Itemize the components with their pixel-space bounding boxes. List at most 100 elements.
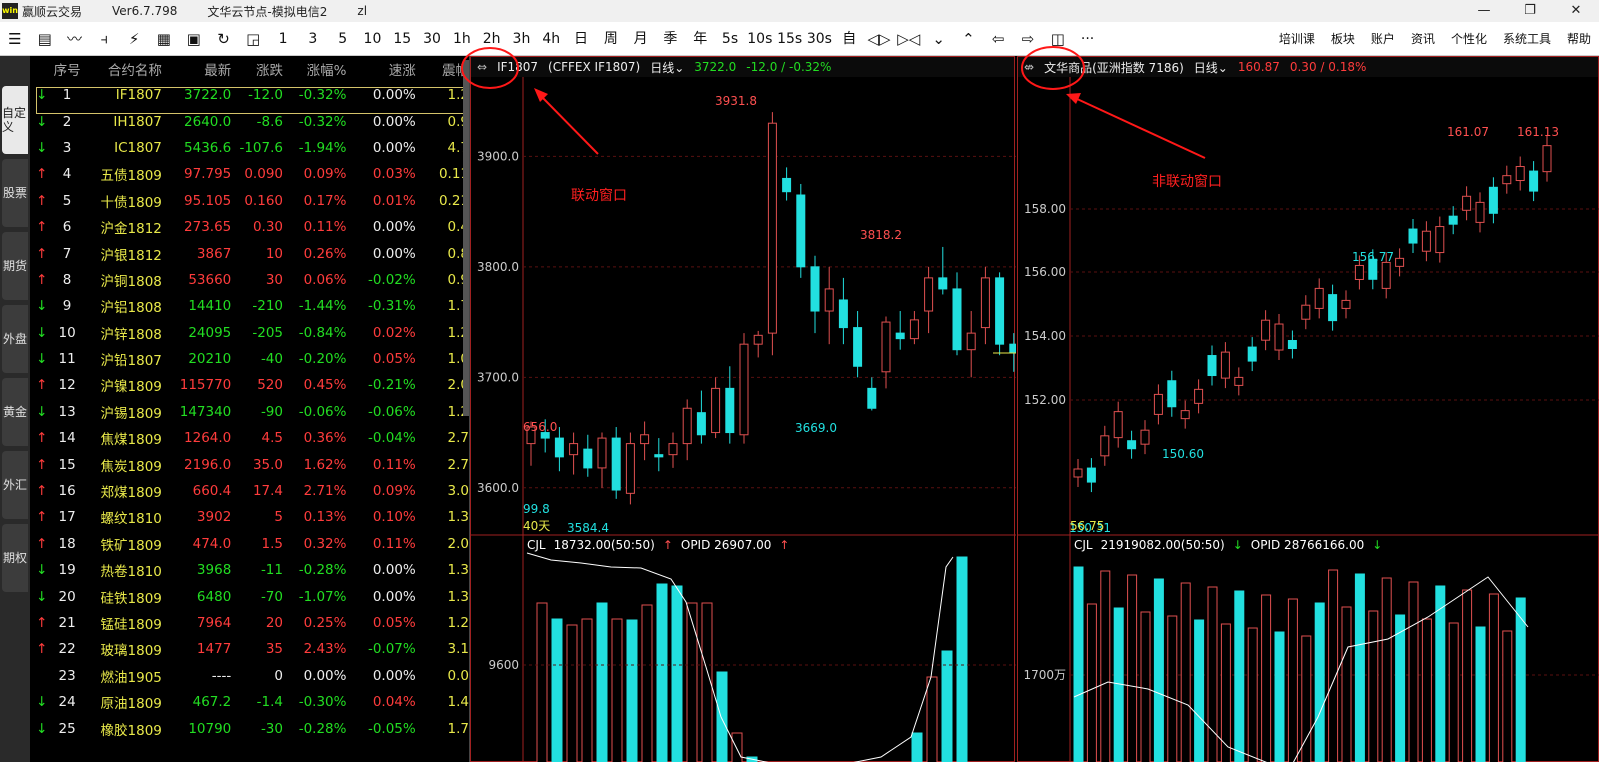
table-row[interactable]: ↓ 1 IF1807 3722.0 -12.0 -0.32% 0.00% 1.2 bbox=[30, 82, 469, 108]
col-name[interactable]: 合约名称 bbox=[81, 56, 162, 82]
table-row[interactable]: ↑ 12 沪镍1809 115770 520 0.45% -0.21% 2.0 bbox=[30, 372, 469, 398]
table-row[interactable]: ↑ 7 沪银1812 3867 10 0.26% 0.00% 0.8 bbox=[30, 240, 469, 266]
period-4h[interactable]: 4h bbox=[536, 22, 566, 56]
period-10s[interactable]: 10s bbox=[745, 22, 775, 56]
menu-training[interactable]: 培训课 bbox=[1271, 22, 1323, 56]
col-change[interactable]: 涨跌 bbox=[231, 56, 283, 82]
menu-personalize[interactable]: 个性化 bbox=[1443, 22, 1495, 56]
contract-name: 玻璃1809 bbox=[100, 643, 162, 660]
table-row[interactable]: ↑ 6 沪金1812 273.65 0.30 0.11% 0.00% 0.4 bbox=[30, 214, 469, 240]
col-amplitude[interactable]: 震幅 bbox=[416, 56, 469, 82]
table-row[interactable]: ↑ 5 十债1809 95.105 0.160 0.17% 0.01% 0.21 bbox=[30, 188, 469, 214]
col-pct[interactable]: 涨幅% bbox=[283, 56, 347, 82]
zoom-in-icon[interactable]: ◁▷ bbox=[864, 22, 894, 56]
period-2h[interactable]: 2h bbox=[477, 22, 507, 56]
candlestick-chart[interactable]: 158.00 156.00 154.00 152.00 161.07 161.13 156.… bbox=[1018, 57, 1599, 762]
row-no: 18 bbox=[58, 535, 76, 552]
table-row[interactable]: ↓ 20 硅铁1809 6480 -70 -1.07% 0.00% 1.3 bbox=[30, 583, 469, 609]
chevron-up-icon[interactable]: ⌃ bbox=[954, 22, 984, 56]
candle-chart-icon[interactable]: ⫞ bbox=[89, 22, 119, 56]
table-row[interactable]: ↓ 13 沪锡1809 147340 -90 -0.06% -0.06% 1.2 bbox=[30, 399, 469, 425]
arrow-right-icon[interactable]: ⇨ bbox=[1013, 22, 1043, 56]
col-last[interactable]: 最新 bbox=[162, 56, 231, 82]
tab-forex[interactable]: 外汇 bbox=[2, 451, 28, 519]
watchlist-header: 序号 合约名称 最新 涨跌 涨幅% 速涨 震幅 bbox=[30, 56, 469, 82]
period-1h[interactable]: 1h bbox=[447, 22, 477, 56]
watchlist-scrollbar[interactable] bbox=[463, 60, 469, 416]
order-icon[interactable]: ⚡ bbox=[119, 22, 149, 56]
save-icon[interactable]: ▣ bbox=[179, 22, 209, 56]
table-row[interactable]: ↑ 22 玻璃1809 1477 35 2.43% -0.07% 3.1 bbox=[30, 636, 469, 662]
table-row[interactable]: ↓ 2 IH1807 2640.0 -8.6 -0.32% 0.00% 0.9 bbox=[30, 108, 469, 134]
table-row[interactable]: ↑ 4 五债1809 97.795 0.090 0.09% 0.03% 0.11 bbox=[30, 161, 469, 187]
peak-price-label: 161.13 bbox=[1517, 125, 1559, 139]
candlestick-chart[interactable]: 3900.0 3800.0 3700.0 3600.0 3931.8 3818.2 3669… bbox=[471, 57, 1016, 762]
table-row[interactable]: ↑ 16 郑煤1809 660.4 17.4 2.71% 0.09% 3.0 bbox=[30, 478, 469, 504]
line-chart-icon[interactable]: 〰 bbox=[60, 22, 90, 56]
period-15s[interactable]: 15s bbox=[775, 22, 805, 56]
unlinked-chart-panel[interactable]: ⇎ 文华商品(亚洲指数 7186) 日线⌄ 160.87 0.30 / 0.18… bbox=[1017, 56, 1599, 762]
tab-options[interactable]: 期权 bbox=[2, 524, 28, 592]
layout-icon[interactable]: ◫ bbox=[1043, 22, 1073, 56]
table-row[interactable]: ↑ 14 焦煤1809 1264.0 4.5 0.36% -0.04% 2.7 bbox=[30, 425, 469, 451]
table-row[interactable]: ↓ 9 沪铝1808 14410 -210 -1.44% -0.31% 1.7 bbox=[30, 293, 469, 319]
period-3m[interactable]: 3 bbox=[298, 22, 328, 56]
table-row[interactable]: ↓ 10 沪锌1808 24095 -205 -0.84% 0.02% 1.2 bbox=[30, 320, 469, 346]
menu-news[interactable]: 资讯 bbox=[1403, 22, 1443, 56]
amplitude: 3.1 bbox=[447, 641, 469, 658]
table-row[interactable]: 23 燃油1905 ---- 0 0.00% 0.00% 0.0 bbox=[30, 663, 469, 689]
arrow-down-icon: ↓ bbox=[36, 694, 48, 711]
table-row[interactable]: ↑ 15 焦炭1809 2196.0 35.0 1.62% 0.11% 2.7 bbox=[30, 451, 469, 477]
col-no[interactable]: 序号 bbox=[54, 56, 81, 82]
restore-icon[interactable]: ❐ bbox=[1507, 0, 1553, 22]
tab-foreign[interactable]: 外盘 bbox=[2, 305, 28, 373]
period-year[interactable]: 年 bbox=[685, 22, 715, 56]
table-row[interactable]: ↓ 3 IC1807 5436.6 -107.6 -1.94% 0.00% 4.7 bbox=[30, 135, 469, 161]
last-price: ---- bbox=[211, 667, 232, 684]
period-10m[interactable]: 10 bbox=[358, 22, 388, 56]
refresh-icon[interactable]: ↻ bbox=[209, 22, 239, 56]
tab-stocks[interactable]: 股票 bbox=[2, 159, 28, 227]
table-row[interactable]: ↓ 11 沪铅1807 20210 -40 -0.20% 0.05% 1.0 bbox=[30, 346, 469, 372]
col-speed[interactable]: 速涨 bbox=[346, 56, 416, 82]
period-1m[interactable]: 1 bbox=[268, 22, 298, 56]
period-15m[interactable]: 15 bbox=[387, 22, 417, 56]
min-price-label: 3584.4 bbox=[567, 521, 609, 535]
quote-list-icon[interactable]: ▤ bbox=[30, 22, 60, 56]
table-row[interactable]: ↓ 24 原油1809 467.2 -1.4 -0.30% 0.04% 1.4 bbox=[30, 689, 469, 715]
linked-chart-panel[interactable]: ⇔ IF1807 (CFFEX IF1807) 日线⌄ 3722.0 -12.0… bbox=[470, 56, 1016, 762]
tab-custom[interactable]: 自定义 bbox=[2, 86, 28, 154]
minimize-icon[interactable]: — bbox=[1461, 0, 1507, 22]
zoom-out-icon[interactable]: ▷◁ bbox=[894, 22, 924, 56]
table-row[interactable]: ↑ 17 螺纹1810 3902 5 0.13% 0.10% 1.3 bbox=[30, 504, 469, 530]
menu-system-tools[interactable]: 系统工具 bbox=[1495, 22, 1559, 56]
tab-futures[interactable]: 期货 bbox=[2, 232, 28, 300]
table-row[interactable]: ↓ 25 橡胶1809 10790 -30 -0.28% -0.05% 1.7 bbox=[30, 715, 469, 741]
table-row[interactable]: ↑ 8 沪铜1808 53660 30 0.06% -0.02% 0.9 bbox=[30, 267, 469, 293]
tab-gold[interactable]: 黄金 bbox=[2, 378, 28, 446]
period-quarter[interactable]: 季 bbox=[656, 22, 686, 56]
table-row[interactable]: ↓ 19 热卷1810 3968 -11 -0.28% 0.00% 1.3 bbox=[30, 557, 469, 583]
period-5m[interactable]: 5 bbox=[328, 22, 358, 56]
period-3h[interactable]: 3h bbox=[507, 22, 537, 56]
more-button[interactable]: ··· bbox=[1073, 22, 1103, 56]
period-30s[interactable]: 30s bbox=[805, 22, 835, 56]
menu-account[interactable]: 账户 bbox=[1363, 22, 1403, 56]
period-30m[interactable]: 30 bbox=[417, 22, 447, 56]
menu-sector[interactable]: 板块 bbox=[1323, 22, 1363, 56]
period-day[interactable]: 日 bbox=[566, 22, 596, 56]
chevron-down-icon[interactable]: ⌄ bbox=[924, 22, 954, 56]
amplitude: 1.7 bbox=[447, 298, 469, 315]
menu-help[interactable]: 帮助 bbox=[1559, 22, 1599, 56]
arrow-left-icon[interactable]: ⇦ bbox=[983, 22, 1013, 56]
close-icon[interactable]: ✕ bbox=[1553, 0, 1599, 22]
table-icon[interactable]: ▦ bbox=[149, 22, 179, 56]
chart-window-icon[interactable]: ◲ bbox=[238, 22, 268, 56]
menu-icon[interactable]: ☰ bbox=[0, 22, 30, 56]
period-week[interactable]: 周 bbox=[596, 22, 626, 56]
table-row[interactable]: ↑ 21 锰硅1809 7964 20 0.25% 0.05% 1.2 bbox=[30, 610, 469, 636]
period-custom[interactable]: 自 bbox=[834, 22, 864, 56]
table-row[interactable]: ↑ 18 铁矿1809 474.0 1.5 0.32% 0.11% 2.0 bbox=[30, 531, 469, 557]
period-month[interactable]: 月 bbox=[626, 22, 656, 56]
period-5s[interactable]: 5s bbox=[715, 22, 745, 56]
